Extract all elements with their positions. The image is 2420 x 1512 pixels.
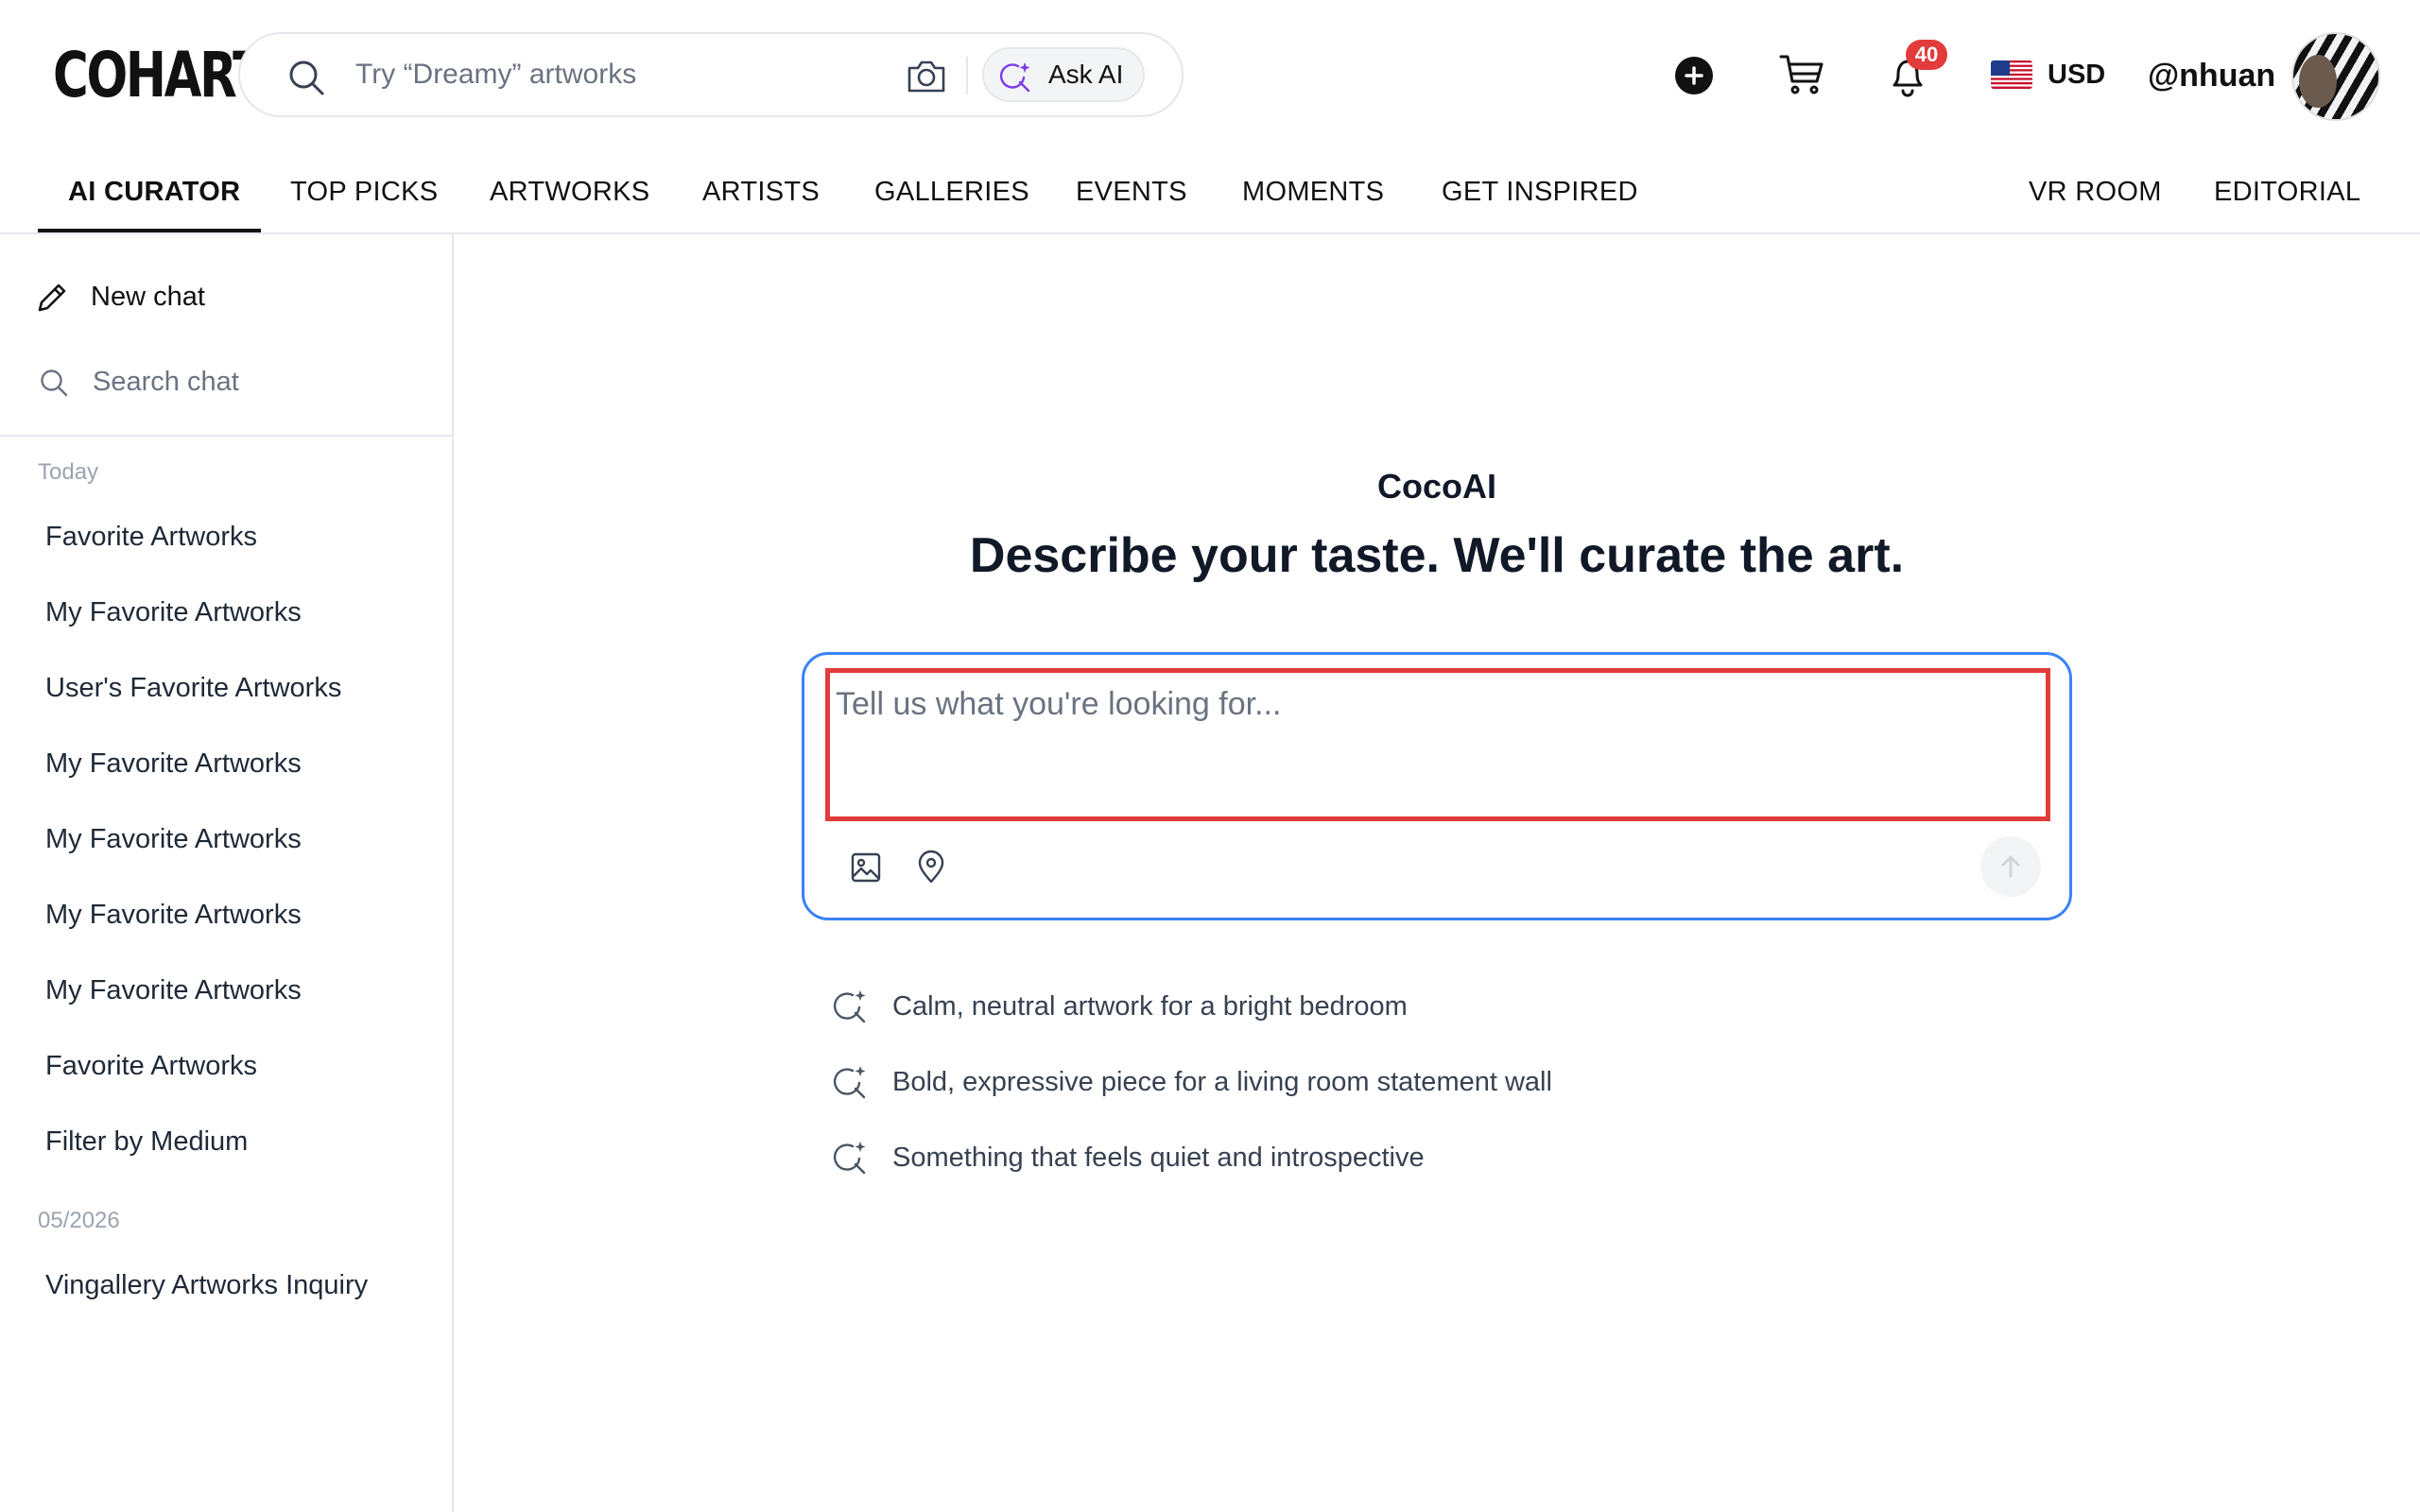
suggestion-item[interactable]: Bold, expressive piece for a living room… [832, 1058, 1683, 1106]
search-icon [41, 369, 68, 397]
chat-sidebar: New chat Search chat Today Favorite Artw… [0, 234, 454, 1512]
nav-top-picks[interactable]: TOP PICKS [290, 161, 438, 232]
suggestion-item[interactable]: Something that feels quiet and introspec… [832, 1134, 1683, 1181]
main-nav: AI CURATOR TOP PICKS ARTWORKS ARTISTS GA… [0, 161, 2420, 234]
group-label-today: Today [38, 459, 99, 485]
nav-get-inspired[interactable]: GET INSPIRED [1442, 161, 1638, 232]
suggestion-label: Calm, neutral artwork for a bright bedro… [892, 991, 1408, 1022]
location-pin-icon[interactable] [916, 850, 946, 884]
send-button[interactable] [1980, 836, 2041, 897]
chat-history-item[interactable]: Vingallery Artworks Inquiry [45, 1270, 368, 1301]
add-button[interactable] [1675, 57, 1713, 94]
search-input[interactable]: Try “Dreamy” artworks [355, 34, 636, 115]
username[interactable]: @nhuan [2148, 55, 2275, 96]
sparkle-search-icon [833, 1142, 866, 1175]
cohart-logo[interactable]: COHART [53, 42, 266, 110]
us-flag-icon[interactable] [1991, 60, 2032, 89]
chat-history-item[interactable]: My Favorite Artworks [45, 597, 302, 628]
nav-artworks[interactable]: ARTWORKS [490, 161, 649, 232]
suggestion-label: Bold, expressive piece for a living room… [892, 1067, 1552, 1097]
chat-history-item[interactable]: My Favorite Artworks [45, 748, 302, 780]
search-icon [289, 60, 324, 95]
nav-events[interactable]: EVENTS [1076, 161, 1187, 232]
suggestion-item[interactable]: Calm, neutral artwork for a bright bedro… [832, 983, 1683, 1030]
nav-ai-curator[interactable]: AI CURATOR [68, 161, 240, 232]
avatar-face [2299, 55, 2337, 108]
sparkle-search-icon [833, 990, 866, 1023]
sparkle-search-icon [833, 1066, 866, 1099]
new-chat-button[interactable]: New chat [36, 272, 414, 321]
assistant-name: CocoAI [1377, 467, 1496, 506]
chat-history-item[interactable]: User's Favorite Artworks [45, 673, 341, 704]
group-label-month: 05/2026 [38, 1208, 120, 1233]
chat-history-item[interactable]: My Favorite Artworks [45, 900, 302, 931]
sidebar-divider [0, 435, 452, 437]
chat-history-item[interactable]: My Favorite Artworks [45, 975, 302, 1006]
prompt-input-highlight [825, 668, 2050, 821]
cart-icon[interactable] [1779, 53, 1824, 96]
nav-moments[interactable]: MOMENTS [1242, 161, 1384, 232]
nav-galleries[interactable]: GALLERIES [874, 161, 1029, 232]
suggestion-label: Something that feels quiet and introspec… [892, 1143, 1425, 1173]
search-chat-input[interactable]: Search chat [36, 357, 414, 406]
nav-artists[interactable]: ARTISTS [702, 161, 820, 232]
image-icon[interactable] [850, 851, 882, 884]
prompt-input[interactable] [830, 673, 2046, 816]
avatar[interactable] [2291, 32, 2380, 121]
sparkle-search-icon [999, 62, 1030, 93]
chat-history-item[interactable]: Favorite Artworks [45, 1051, 257, 1082]
ask-ai-button[interactable]: Ask AI [982, 47, 1145, 102]
currency-selector[interactable]: USD [2048, 55, 2105, 94]
nav-vr-room[interactable]: VR ROOM [2029, 161, 2162, 232]
chat-history-item[interactable]: Favorite Artworks [45, 522, 257, 553]
ask-ai-label: Ask AI [1048, 60, 1124, 89]
nav-editorial[interactable]: EDITORIAL [2214, 161, 2360, 232]
camera-icon[interactable] [906, 57, 947, 94]
global-search-bar[interactable]: Try “Dreamy” artworks Ask AI [238, 32, 1184, 117]
pencil-icon [38, 284, 66, 312]
plus-circle-icon [1685, 66, 1703, 85]
top-header: COHART Try “Dreamy” artworks Ask AI 40 U… [0, 0, 2420, 151]
new-chat-label: New chat [91, 282, 205, 312]
prompt-composer [802, 652, 2072, 920]
chat-history-item[interactable]: Filter by Medium [45, 1126, 248, 1158]
notification-badge: 40 [1906, 40, 1947, 70]
search-chat-placeholder: Search chat [93, 367, 239, 397]
chat-history-item[interactable]: My Favorite Artworks [45, 824, 302, 855]
page-headline: Describe your taste. We'll curate the ar… [969, 528, 1905, 583]
nav-active-indicator [38, 229, 261, 232]
search-divider [966, 57, 968, 94]
arrow-up-icon [2001, 855, 2020, 878]
